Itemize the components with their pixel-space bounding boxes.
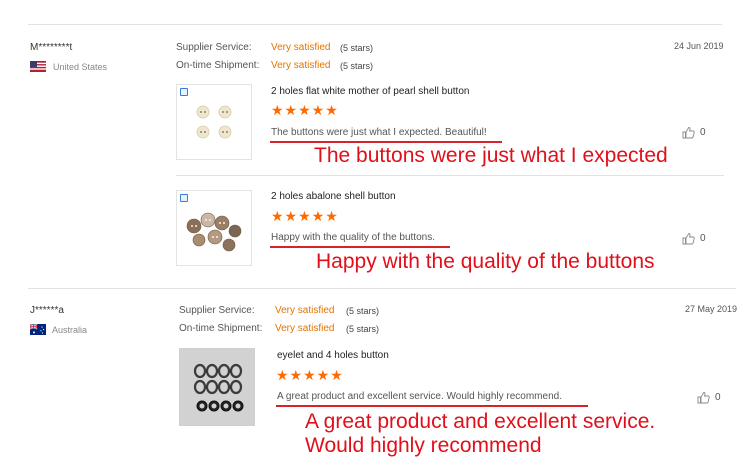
product-title[interactable]: 2 holes flat white mother of pearl shell…: [271, 86, 469, 97]
like-count: 0: [715, 392, 721, 403]
buyer-name: J******a: [30, 305, 64, 316]
highlight-underline: [276, 405, 588, 407]
product-title[interactable]: eyelet and 4 holes button: [277, 350, 389, 361]
shipment-stars: (5 stars): [340, 61, 374, 71]
review-divider: [28, 288, 736, 289]
like-count: 0: [700, 233, 706, 244]
annotation-text: Happy with the quality of the buttons: [316, 250, 655, 273]
rating-stars: ★★★★★: [271, 102, 339, 118]
supplier-service-value: Very satisfied: [271, 42, 331, 53]
supplier-service-label: Supplier Service:: [176, 42, 252, 53]
shipment-value: Very satisfied: [271, 60, 331, 71]
thumbs-up-icon: [682, 126, 695, 139]
product-thumbnail[interactable]: [176, 84, 252, 160]
supplier-service-label: Supplier Service:: [179, 305, 255, 316]
shipment-stars: (5 stars): [346, 324, 380, 334]
annotation-text-line-1: A great product and excellent service.: [305, 410, 656, 433]
white-pearl-buttons-image: [196, 105, 232, 139]
highlight-underline: [270, 246, 450, 248]
like-button[interactable]: 0: [682, 232, 706, 245]
thumbs-up-icon: [682, 232, 695, 245]
like-count: 0: [700, 127, 706, 138]
buyer-country: Australia: [52, 325, 88, 335]
like-button[interactable]: 0: [682, 126, 706, 139]
eyelet-buttons-image: [180, 349, 254, 425]
review-text: Happy with the quality of the buttons.: [271, 232, 435, 243]
australia-flag-icon: [30, 324, 46, 335]
highlight-underline: [270, 141, 502, 143]
buyer-country: United States: [53, 62, 108, 72]
annotation-text: The buttons were just what I expected: [314, 144, 668, 167]
buyer-name: M********t: [30, 42, 73, 53]
product-title[interactable]: 2 holes abalone shell button: [271, 191, 396, 202]
supplier-service-stars: (5 stars): [340, 43, 374, 53]
product-thumbnail[interactable]: [179, 348, 255, 426]
rating-stars: ★★★★★: [271, 208, 339, 224]
review-text: The buttons were just what I expected. B…: [271, 127, 487, 138]
annotation-text-line-2: Would highly recommend: [305, 434, 542, 457]
top-divider: [28, 24, 722, 25]
supplier-service-stars: (5 stars): [346, 306, 380, 316]
review-date: 24 Jun 2019: [674, 41, 724, 51]
review-text: A great product and excellent service. W…: [277, 391, 562, 402]
supplier-service-value: Very satisfied: [275, 305, 335, 316]
us-flag-icon: [30, 61, 46, 72]
abalone-buttons-image: [186, 212, 242, 252]
shipment-label: On-time Shipment:: [179, 323, 263, 334]
review-date: 27 May 2019: [685, 304, 738, 314]
item-divider: [176, 175, 724, 176]
thumbs-up-icon: [697, 391, 710, 404]
product-thumbnail[interactable]: [176, 190, 252, 266]
rating-stars: ★★★★★: [276, 367, 344, 383]
shipment-value: Very satisfied: [275, 323, 335, 334]
like-button[interactable]: 0: [697, 391, 721, 404]
shipment-label: On-time Shipment:: [176, 60, 260, 71]
